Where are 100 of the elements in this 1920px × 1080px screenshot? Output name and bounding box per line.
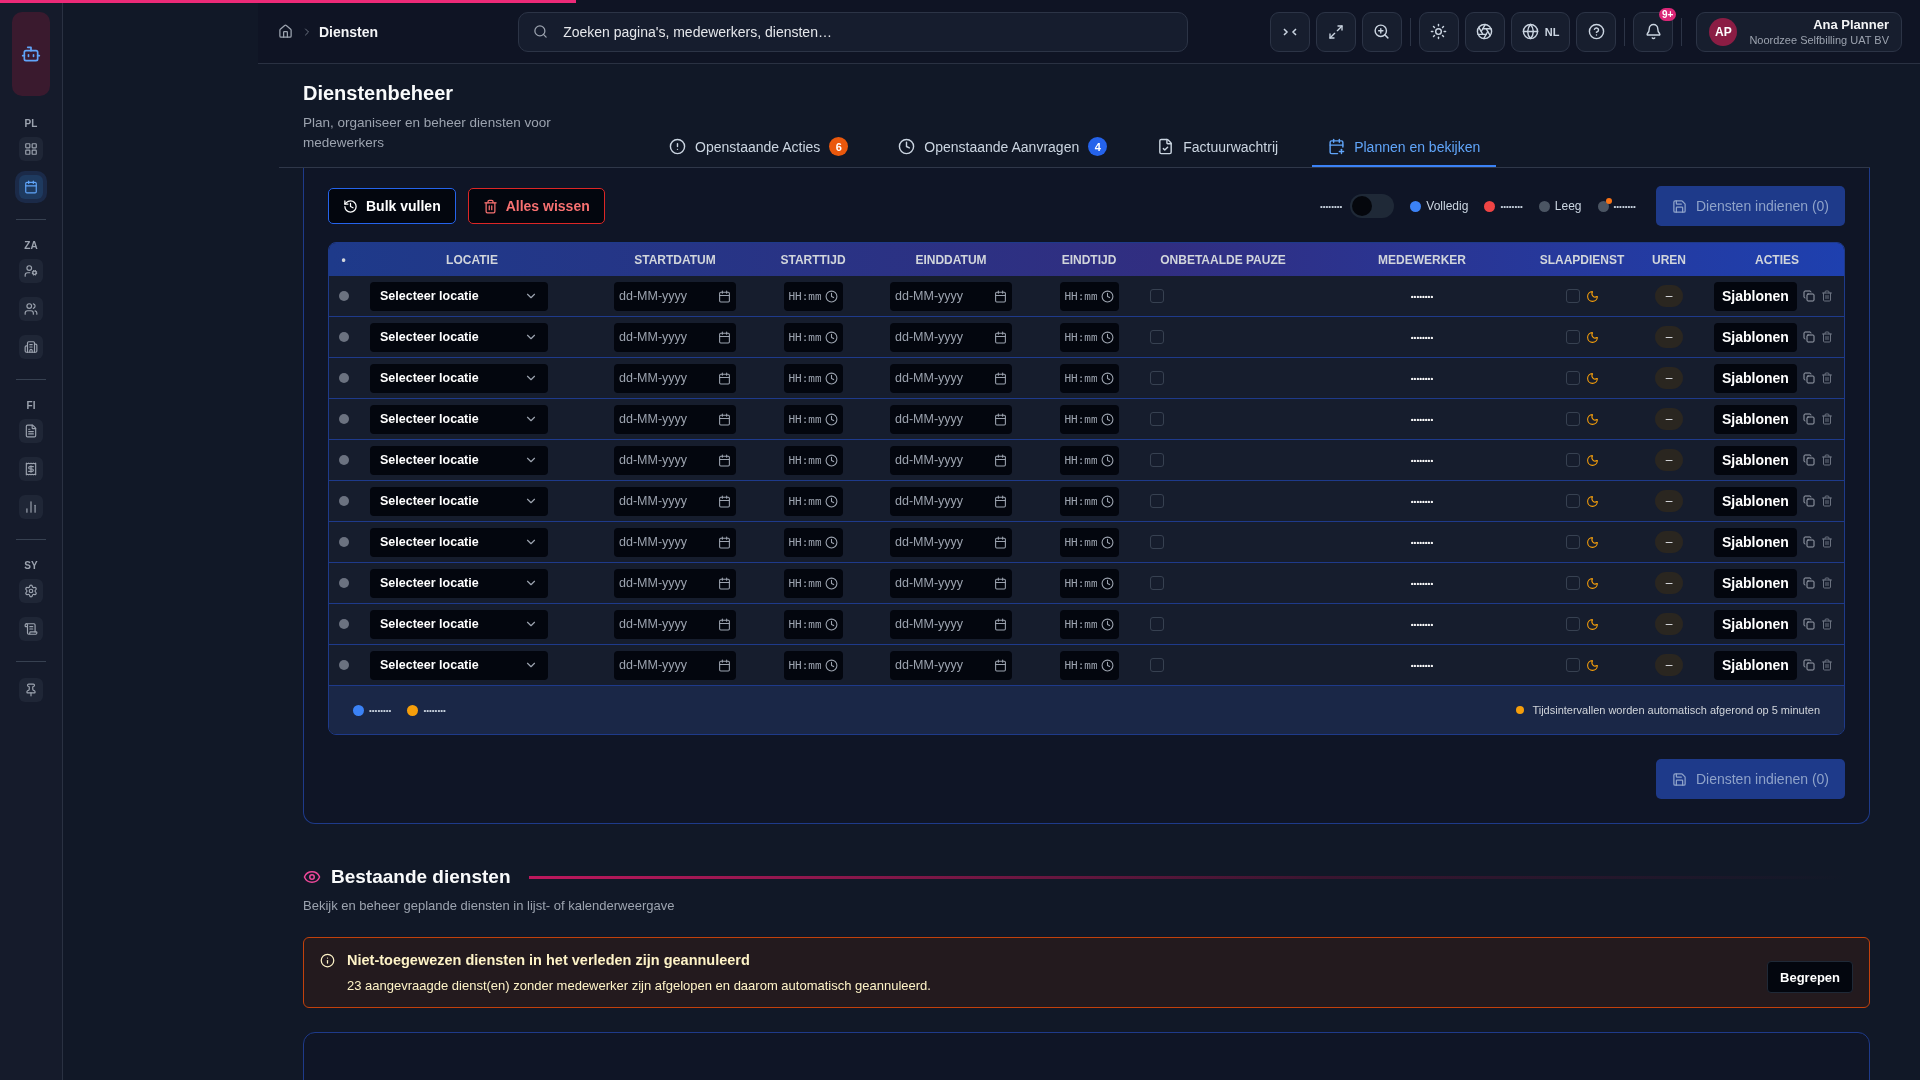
date-field[interactable]: dd-MM-yyyy xyxy=(614,404,736,434)
language-button[interactable]: NL xyxy=(1510,11,1571,52)
templates-button[interactable]: Sjablonen xyxy=(1714,486,1797,516)
checkbox[interactable] xyxy=(1565,289,1580,303)
copy-icon[interactable] xyxy=(1802,618,1815,630)
time-field[interactable]: HH:mm xyxy=(1059,527,1119,557)
delete-icon[interactable] xyxy=(1820,536,1833,548)
templates-button[interactable]: Sjablonen xyxy=(1714,281,1797,311)
checkbox[interactable] xyxy=(1150,330,1164,344)
help-button[interactable] xyxy=(1576,11,1617,52)
date-field[interactable]: dd-MM-yyyy xyxy=(890,363,1012,393)
checkbox[interactable] xyxy=(1565,453,1580,467)
templates-button[interactable]: Sjablonen xyxy=(1714,363,1797,393)
time-field[interactable]: HH:mm xyxy=(1059,445,1119,475)
date-field[interactable]: dd-MM-yyyy xyxy=(614,281,736,311)
date-field[interactable]: dd-MM-yyyy xyxy=(614,609,736,639)
time-field[interactable]: HH:mm xyxy=(1059,650,1119,680)
delete-icon[interactable] xyxy=(1820,372,1833,384)
time-field[interactable]: HH:mm xyxy=(783,281,843,311)
delete-icon[interactable] xyxy=(1820,618,1833,630)
copy-icon[interactable] xyxy=(1802,536,1815,548)
search-field[interactable]: Zoeken pagina's, medewerkers, diensten… xyxy=(518,11,1189,52)
delete-icon[interactable] xyxy=(1820,659,1833,671)
time-field[interactable]: HH:mm xyxy=(1059,568,1119,598)
time-field[interactable]: HH:mm xyxy=(783,650,843,680)
location-select[interactable]: Selecteer locatie xyxy=(370,322,548,352)
checkbox[interactable] xyxy=(1150,412,1164,426)
delete-icon[interactable] xyxy=(1820,413,1833,425)
date-field[interactable]: dd-MM-yyyy xyxy=(890,568,1012,598)
time-field[interactable]: HH:mm xyxy=(1059,609,1119,639)
time-field[interactable]: HH:mm xyxy=(783,568,843,598)
checkbox[interactable] xyxy=(1150,617,1164,631)
date-field[interactable]: dd-MM-yyyy xyxy=(890,322,1012,352)
time-field[interactable]: HH:mm xyxy=(783,486,843,516)
tab[interactable]: Factuurwachtrij xyxy=(1141,137,1295,167)
delete-icon[interactable] xyxy=(1820,331,1833,343)
tab[interactable]: Openstaande Aanvragen 4 xyxy=(882,137,1124,167)
location-select[interactable]: Selecteer locatie xyxy=(370,445,548,475)
time-field[interactable]: HH:mm xyxy=(783,322,843,352)
checkbox[interactable] xyxy=(1565,412,1580,426)
receipt-icon[interactable] xyxy=(19,457,43,481)
time-field[interactable]: HH:mm xyxy=(1059,363,1119,393)
time-field[interactable]: HH:mm xyxy=(1059,281,1119,311)
checkbox[interactable] xyxy=(1565,535,1580,549)
user-settings-icon[interactable] xyxy=(19,259,43,283)
time-field[interactable]: HH:mm xyxy=(783,445,843,475)
location-select[interactable]: Selecteer locatie xyxy=(370,404,548,434)
date-field[interactable]: dd-MM-yyyy xyxy=(614,363,736,393)
date-field[interactable]: dd-MM-yyyy xyxy=(890,445,1012,475)
clear-all-button[interactable]: Alles wissen xyxy=(467,188,605,224)
user-menu[interactable]: AP Ana Planner Noordzee Selfbilling UAT BV xyxy=(1696,11,1902,52)
location-select[interactable]: Selecteer locatie xyxy=(370,527,548,557)
delete-icon[interactable] xyxy=(1820,290,1833,302)
checkbox[interactable] xyxy=(1565,658,1580,672)
tab[interactable]: Openstaande Acties 6 xyxy=(653,137,865,167)
copy-icon[interactable] xyxy=(1802,659,1815,671)
delete-icon[interactable] xyxy=(1820,495,1833,507)
templates-button[interactable]: Sjablonen xyxy=(1714,568,1797,598)
pin-icon[interactable] xyxy=(19,678,43,702)
scroll-icon[interactable] xyxy=(19,617,43,641)
date-field[interactable]: dd-MM-yyyy xyxy=(890,527,1012,557)
templates-button[interactable]: Sjablonen xyxy=(1714,527,1797,557)
templates-button[interactable]: Sjablonen xyxy=(1714,650,1797,680)
location-select[interactable]: Selecteer locatie xyxy=(370,486,548,516)
time-field[interactable]: HH:mm xyxy=(1059,404,1119,434)
checkbox[interactable] xyxy=(1150,453,1164,467)
time-field[interactable]: HH:mm xyxy=(783,363,843,393)
fullscreen-button[interactable] xyxy=(1315,11,1356,52)
time-field[interactable]: HH:mm xyxy=(783,527,843,557)
bulk-fill-button[interactable]: Bulk vullen xyxy=(328,188,456,224)
document-icon[interactable] xyxy=(19,419,43,443)
bar-chart-icon[interactable] xyxy=(19,495,43,519)
understood-button[interactable]: Begrepen xyxy=(1767,961,1853,993)
checkbox[interactable] xyxy=(1565,617,1580,631)
location-select[interactable]: Selecteer locatie xyxy=(370,363,548,393)
date-field[interactable]: dd-MM-yyyy xyxy=(614,486,736,516)
checkbox[interactable] xyxy=(1565,494,1580,508)
date-field[interactable]: dd-MM-yyyy xyxy=(614,445,736,475)
time-field[interactable]: HH:mm xyxy=(783,609,843,639)
copy-icon[interactable] xyxy=(1802,454,1815,466)
date-field[interactable]: dd-MM-yyyy xyxy=(890,404,1012,434)
date-field[interactable]: dd-MM-yyyy xyxy=(890,281,1012,311)
date-field[interactable]: dd-MM-yyyy xyxy=(614,650,736,680)
users-icon[interactable] xyxy=(19,297,43,321)
copy-icon[interactable] xyxy=(1802,413,1815,425)
delete-icon[interactable] xyxy=(1820,454,1833,466)
collapse-button[interactable] xyxy=(1269,11,1310,52)
theme-button[interactable] xyxy=(1418,11,1459,52)
checkbox[interactable] xyxy=(1150,494,1164,508)
time-field[interactable]: HH:mm xyxy=(1059,486,1119,516)
zoom-button[interactable] xyxy=(1361,11,1402,52)
checkbox[interactable] xyxy=(1565,330,1580,344)
notifications-button[interactable]: 9+ xyxy=(1633,11,1674,52)
location-select[interactable]: Selecteer locatie xyxy=(370,568,548,598)
dashboard-icon[interactable] xyxy=(19,137,43,161)
copy-icon[interactable] xyxy=(1802,372,1815,384)
templates-button[interactable]: Sjablonen xyxy=(1714,445,1797,475)
checkbox[interactable] xyxy=(1565,576,1580,590)
date-field[interactable]: dd-MM-yyyy xyxy=(614,322,736,352)
checkbox[interactable] xyxy=(1565,371,1580,385)
